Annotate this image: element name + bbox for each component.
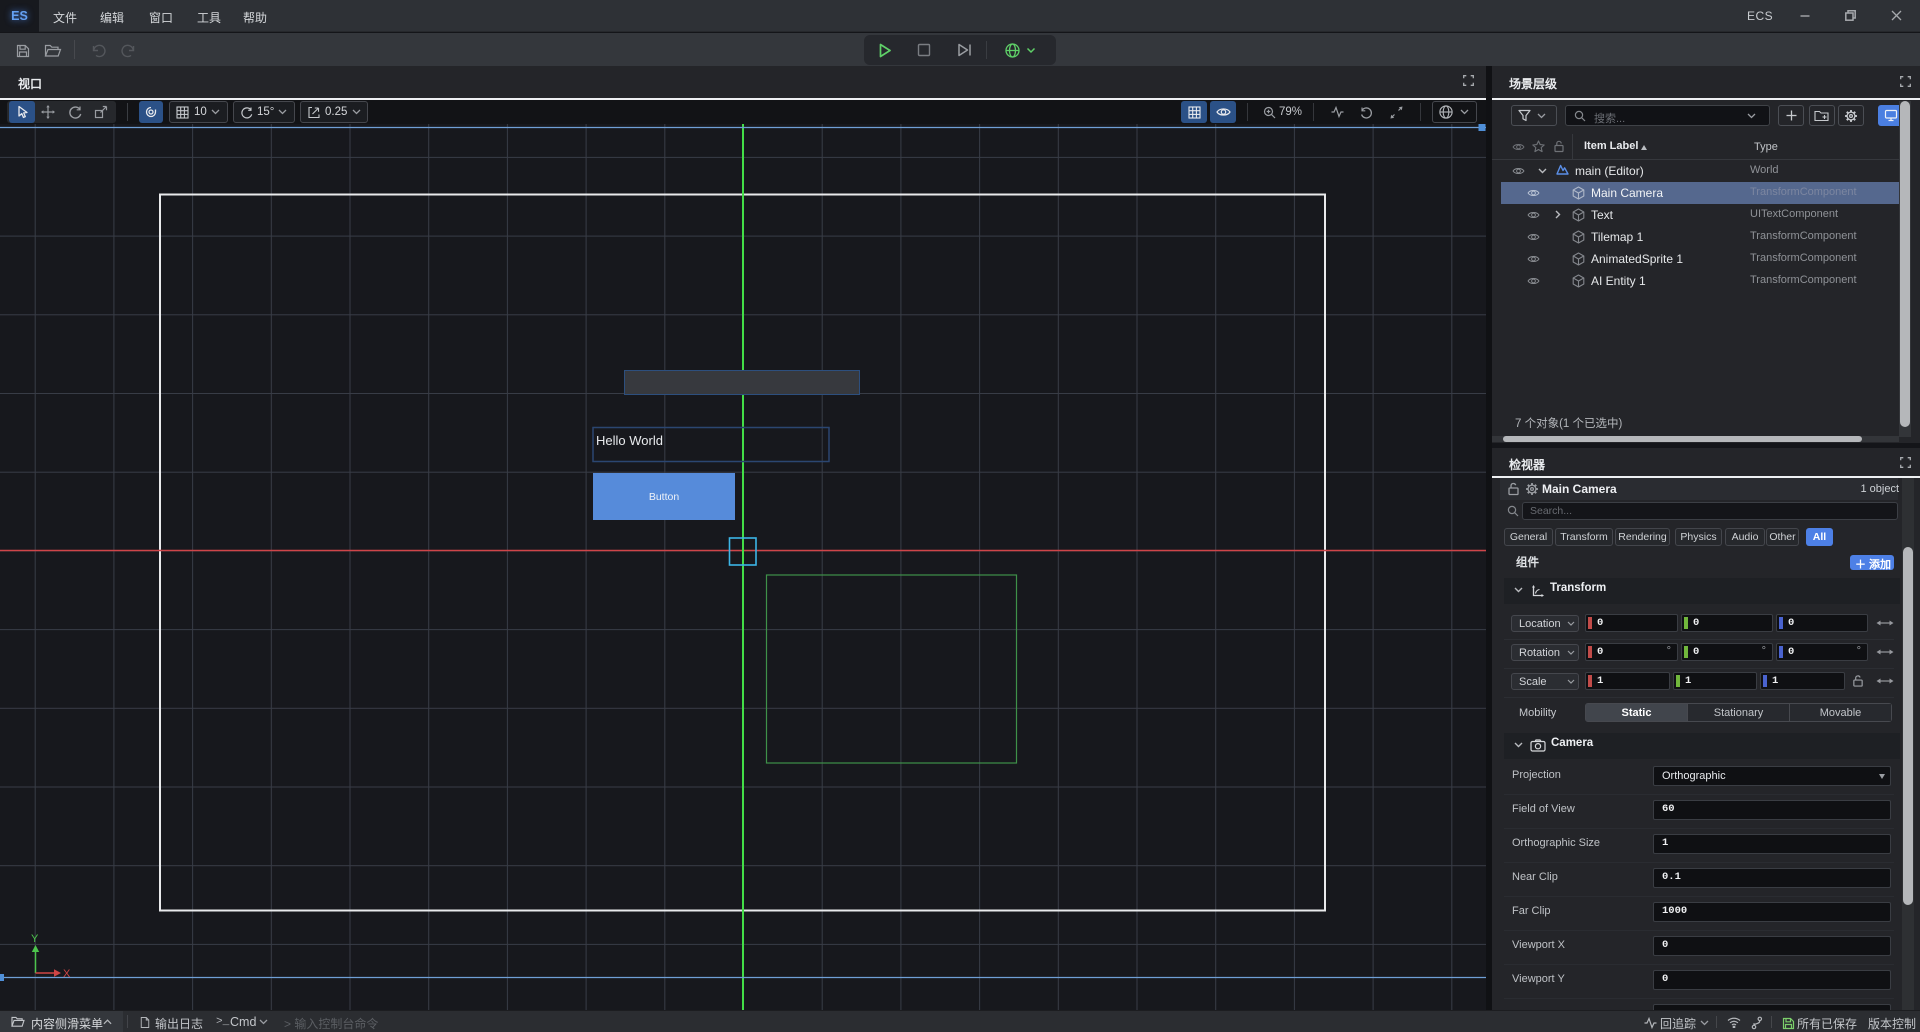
svg-text:Y: Y [31, 933, 39, 945]
svg-text:X: X [63, 968, 71, 980]
